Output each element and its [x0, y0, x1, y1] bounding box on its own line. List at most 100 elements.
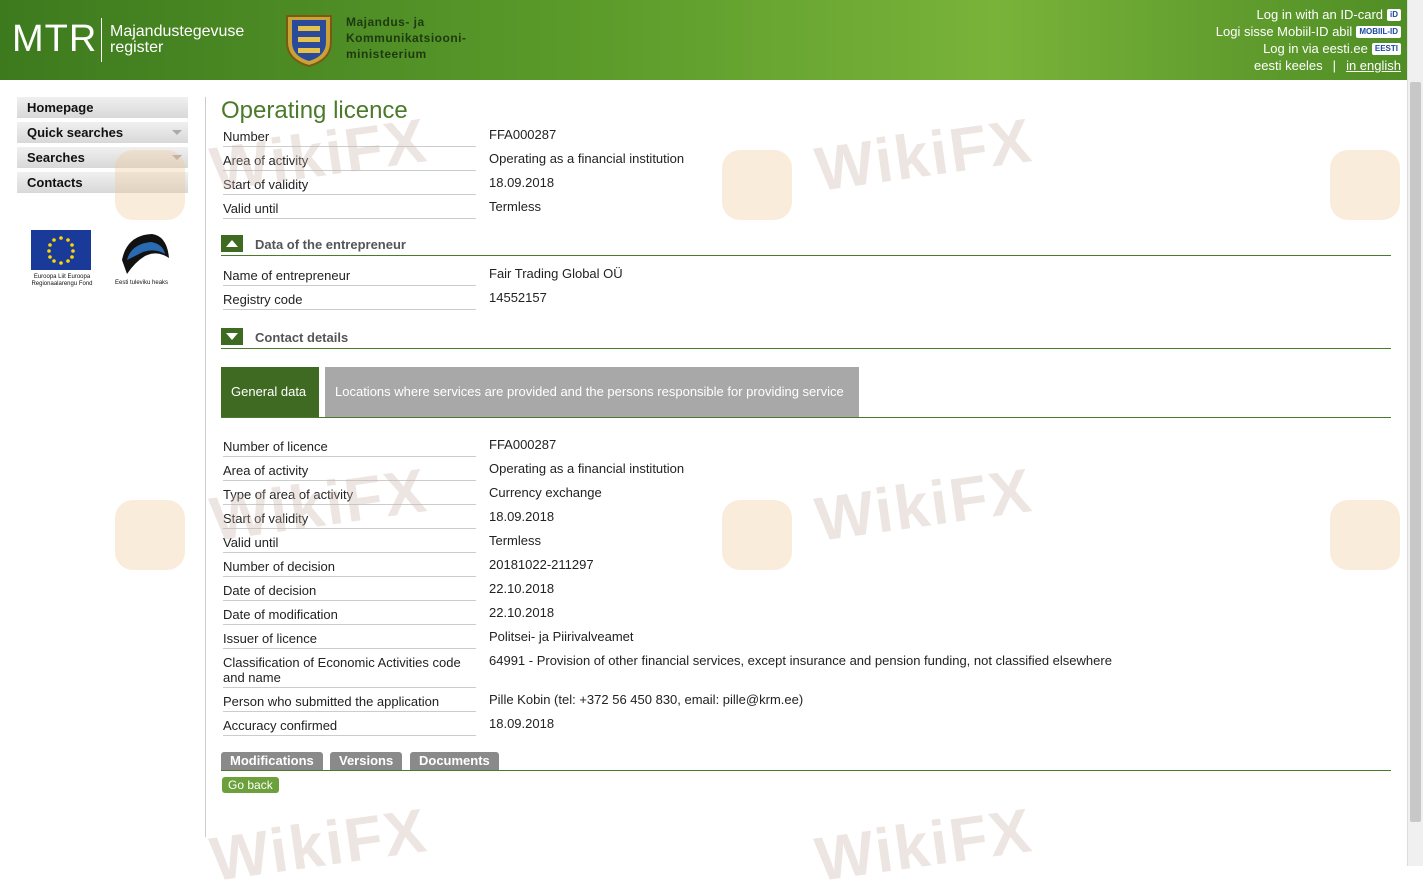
- watermark-logo-icon: [115, 500, 185, 570]
- field-value: Termless: [489, 533, 542, 548]
- logo-subtitle-line2: register: [110, 39, 164, 56]
- tab-arrow-icon: [859, 386, 866, 398]
- field-row: Valid until Termless: [221, 195, 1391, 219]
- login-panel: Log in with an ID-card iD Logi sisse Mob…: [1216, 6, 1401, 74]
- field-row: Type of area of activity Currency exchang…: [221, 481, 1391, 505]
- field-row: Date of modification 22.10.2018: [221, 601, 1391, 625]
- sidebar-item-contacts[interactable]: Contacts: [17, 172, 188, 193]
- ministry-line2: Kommunikatsiooni-: [346, 31, 467, 45]
- section-contact-header[interactable]: Contact details: [221, 322, 1391, 349]
- field-label: Area of activity: [223, 463, 476, 481]
- field-label: Number of decision: [223, 559, 476, 577]
- field-row: Issuer of licence Politsei- ja Piirivalve…: [221, 625, 1391, 649]
- estonia-future-text: Eesti tuleviku heaks: [115, 280, 169, 286]
- ministry-line1: Majandus- ja: [346, 15, 425, 29]
- page-title: Operating licence: [221, 97, 408, 124]
- field-label: Valid until: [223, 535, 476, 553]
- lang-estonian-link[interactable]: eesti keeles: [1254, 57, 1323, 74]
- section-title: Contact details: [255, 330, 349, 345]
- sidebar-item-quick-searches[interactable]: Quick searches: [17, 122, 188, 143]
- field-value: 18.09.2018: [489, 509, 555, 524]
- tab-modifications[interactable]: Modifications: [221, 752, 323, 770]
- field-label: Area of activity: [223, 153, 476, 171]
- detail-tabs: General data Locations where services ar…: [221, 367, 1391, 418]
- expand-button[interactable]: [221, 328, 243, 345]
- field-row: Valid until Termless: [221, 529, 1391, 553]
- field-value: Currency exchange: [489, 485, 602, 500]
- tab-locations[interactable]: Locations where services are provided an…: [325, 367, 866, 417]
- watermark-text: WikiFX: [206, 796, 432, 895]
- field-value: FFA000287: [489, 127, 557, 142]
- field-label: Start of validity: [223, 511, 476, 529]
- field-row: Classification of Economic Activities co…: [221, 649, 1391, 688]
- eesti-icon[interactable]: EESTI: [1371, 42, 1401, 55]
- tab-label: General data: [231, 384, 307, 399]
- field-value: Fair Trading Global OÜ: [489, 266, 623, 281]
- login-eesti-link[interactable]: Log in via eesti.ee: [1263, 40, 1368, 57]
- field-row: Name of entrepreneur Fair Trading Global …: [221, 262, 1391, 286]
- field-value: Termless: [489, 199, 542, 214]
- entrepreneur-data: Name of entrepreneur Fair Trading Global …: [221, 262, 1391, 310]
- field-value: 18.09.2018: [489, 716, 555, 731]
- vertical-scrollbar[interactable]: [1407, 0, 1423, 866]
- section-title: Data of the entrepreneur: [255, 237, 406, 252]
- lang-separator: |: [1332, 58, 1337, 73]
- field-label: Date of decision: [223, 583, 476, 601]
- ministry-line3: ministeerium: [346, 47, 427, 61]
- field-label: Issuer of licence: [223, 631, 476, 649]
- go-back-button[interactable]: Go back: [222, 777, 279, 793]
- lang-english-link[interactable]: in english: [1346, 57, 1401, 74]
- sidebar-item-label: Homepage: [27, 100, 94, 115]
- field-label: Type of area of activity: [223, 487, 476, 505]
- triangle-down-icon: [226, 333, 238, 340]
- field-label: Number: [223, 129, 476, 147]
- field-label: Number of licence: [223, 439, 476, 457]
- field-label: Registry code: [223, 292, 476, 310]
- eu-fund-text: Euroopa Liit Euroopa Regionaalarengu Fon…: [31, 274, 93, 287]
- ministry-name: Majandus- ja Kommunikatsiooni- ministeer…: [346, 14, 467, 62]
- chevron-down-icon: [172, 130, 182, 135]
- tab-versions[interactable]: Versions: [330, 752, 403, 770]
- field-row: Date of decision 22.10.2018: [221, 577, 1391, 601]
- login-mobile-id-link[interactable]: Logi sisse Mobiil-ID abil: [1216, 23, 1353, 40]
- tab-documents[interactable]: Documents: [410, 752, 499, 770]
- general-data: Number of licence FFA000287 Area of activ…: [221, 433, 1391, 736]
- sidebar-item-label: Contacts: [27, 175, 83, 190]
- field-value: 20181022-211297: [489, 557, 594, 572]
- mobile-id-icon[interactable]: MOBIIL-ID: [1356, 25, 1401, 38]
- id-card-icon[interactable]: iD: [1387, 8, 1401, 21]
- field-label: Name of entrepreneur: [223, 268, 476, 286]
- sidebar-item-homepage[interactable]: Homepage: [17, 97, 188, 118]
- tab-general-data[interactable]: General data: [221, 367, 326, 417]
- coat-of-arms-icon: [286, 15, 332, 68]
- field-row: Registry code 14552157: [221, 286, 1391, 310]
- field-value: 64991 - Provision of other financial ser…: [489, 653, 1112, 668]
- field-value: Politsei- ja Piirivalveamet: [489, 629, 634, 644]
- section-entrepreneur-header[interactable]: Data of the entrepreneur: [221, 229, 1391, 256]
- field-label: Classification of Economic Activities co…: [223, 655, 476, 688]
- login-id-card-link[interactable]: Log in with an ID-card: [1257, 6, 1383, 23]
- field-value: 14552157: [489, 290, 547, 305]
- field-value: Pille Kobin (tel: +372 56 450 830, email…: [489, 692, 804, 707]
- licence-summary: Number FFA000287 Area of activity Operatin…: [221, 123, 1391, 219]
- collapse-button[interactable]: [221, 235, 243, 252]
- field-row: Accuracy confirmed 18.09.2018: [221, 712, 1391, 736]
- field-value: 22.10.2018: [489, 605, 555, 620]
- logo-divider: [101, 18, 102, 62]
- sidebar-item-searches[interactable]: Searches: [17, 147, 188, 168]
- field-row: Number of licence FFA000287: [221, 433, 1391, 457]
- field-label: Valid until: [223, 201, 476, 219]
- field-row: Start of validity 18.09.2018: [221, 171, 1391, 195]
- watermark-text: WikiFX: [811, 796, 1037, 895]
- sidebar-item-label: Searches: [27, 150, 85, 165]
- chevron-down-icon: [172, 155, 182, 160]
- scrollbar-thumb[interactable]: [1410, 82, 1421, 822]
- field-label: Person who submitted the application: [223, 694, 476, 712]
- field-row: Area of activity Operating as a financial…: [221, 147, 1391, 171]
- field-value: 22.10.2018: [489, 581, 555, 596]
- mtr-logo[interactable]: MTR: [12, 18, 97, 61]
- field-label: Accuracy confirmed: [223, 718, 476, 736]
- field-value: 18.09.2018: [489, 175, 555, 190]
- logo-subtitle: Majandustegevuse register: [110, 24, 244, 56]
- field-row: Person who submitted the application Pill…: [221, 688, 1391, 712]
